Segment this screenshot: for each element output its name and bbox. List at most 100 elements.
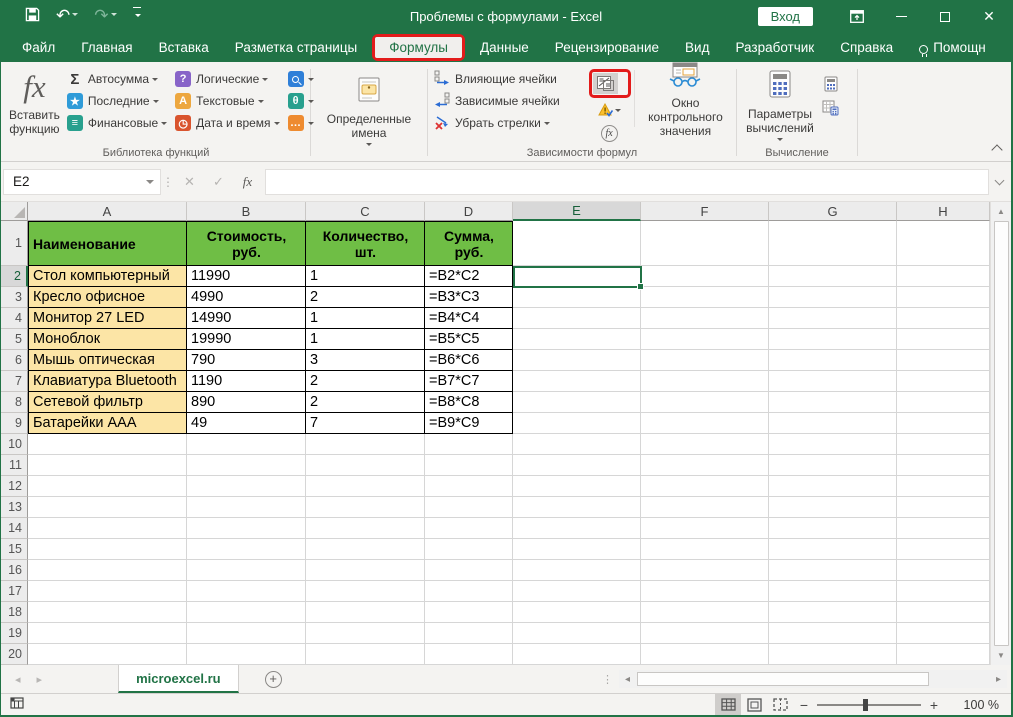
cell-D15[interactable] (425, 539, 513, 560)
tab-help[interactable]: Справка (827, 35, 906, 61)
cell-G4[interactable] (769, 308, 897, 329)
cell-H13[interactable] (897, 497, 990, 518)
logical-functions-button[interactable]: ? Логические (172, 68, 284, 90)
scroll-left-icon[interactable]: ◂ (619, 670, 636, 688)
datetime-functions-button[interactable]: ◷ Дата и время (172, 112, 284, 134)
cell-F12[interactable] (641, 476, 769, 497)
cell-F17[interactable] (641, 581, 769, 602)
cell-B5[interactable]: 19990 (187, 329, 306, 350)
trace-precedents-button[interactable]: Влияющие ячейки (431, 68, 587, 90)
cell-B18[interactable] (187, 602, 306, 623)
cell-H15[interactable] (897, 539, 990, 560)
cell-F15[interactable] (641, 539, 769, 560)
expand-formula-bar-button[interactable] (989, 180, 1009, 184)
cancel-button[interactable]: ✕ (175, 169, 204, 195)
cell-F2[interactable] (641, 266, 769, 287)
tab-formulas[interactable]: Формулы (375, 37, 462, 58)
cell-H4[interactable] (897, 308, 990, 329)
undo-button[interactable]: ↶ (56, 8, 78, 26)
cell-H7[interactable] (897, 371, 990, 392)
normal-view-button[interactable] (715, 694, 741, 715)
cell-F19[interactable] (641, 623, 769, 644)
cell-E4[interactable] (513, 308, 641, 329)
cell-G13[interactable] (769, 497, 897, 518)
cell-E15[interactable] (513, 539, 641, 560)
cell-B20[interactable] (187, 644, 306, 665)
prev-sheet-icon[interactable]: ◂ (15, 673, 21, 686)
cell-G6[interactable] (769, 350, 897, 371)
tab-developer[interactable]: Разработчик (722, 35, 827, 61)
cell-A3[interactable]: Кресло офисное (28, 287, 187, 308)
cell-A17[interactable] (28, 581, 187, 602)
enter-button[interactable]: ✓ (204, 169, 233, 195)
scroll-down-icon[interactable]: ▼ (992, 647, 1010, 664)
tab-data[interactable]: Данные (467, 35, 542, 61)
cell-B1[interactable]: Стоимость, руб. (187, 221, 306, 266)
cell-G10[interactable] (769, 434, 897, 455)
cell-D3[interactable]: =B3*C3 (425, 287, 513, 308)
cell-F16[interactable] (641, 560, 769, 581)
cell-B15[interactable] (187, 539, 306, 560)
cell-G1[interactable] (769, 221, 897, 266)
cell-D11[interactable] (425, 455, 513, 476)
tab-file[interactable]: Файл (9, 35, 68, 61)
tab-review[interactable]: Рецензирование (542, 35, 672, 61)
cell-D7[interactable]: =B7*C7 (425, 371, 513, 392)
cell-C1[interactable]: Количество, шт. (306, 221, 425, 266)
cell-F3[interactable] (641, 287, 769, 308)
cell-B10[interactable] (187, 434, 306, 455)
cell-H10[interactable] (897, 434, 990, 455)
select-all-button[interactable] (1, 202, 28, 221)
insert-function-button[interactable]: fx Вставить функцию (5, 66, 64, 145)
collapse-ribbon-button[interactable] (991, 144, 1002, 155)
zoom-slider-thumb[interactable] (863, 699, 868, 711)
cell-A13[interactable] (28, 497, 187, 518)
cell-B3[interactable]: 4990 (187, 287, 306, 308)
cell-H14[interactable] (897, 518, 990, 539)
cell-H9[interactable] (897, 413, 990, 434)
cell-H8[interactable] (897, 392, 990, 413)
cell-D16[interactable] (425, 560, 513, 581)
insert-function-fx-button[interactable]: fx (233, 169, 262, 195)
cell-C7[interactable]: 2 (306, 371, 425, 392)
cell-B11[interactable] (187, 455, 306, 476)
cell-G7[interactable] (769, 371, 897, 392)
cell-C20[interactable] (306, 644, 425, 665)
row-header-3[interactable]: 3 (1, 287, 28, 308)
cell-B8[interactable]: 890 (187, 392, 306, 413)
save-icon[interactable] (25, 7, 40, 27)
cell-F7[interactable] (641, 371, 769, 392)
cell-F10[interactable] (641, 434, 769, 455)
cell-A16[interactable] (28, 560, 187, 581)
cell-E8[interactable] (513, 392, 641, 413)
cell-B12[interactable] (187, 476, 306, 497)
cell-D14[interactable] (425, 518, 513, 539)
cell-C12[interactable] (306, 476, 425, 497)
login-button[interactable]: Вход (758, 7, 813, 26)
new-sheet-button[interactable]: + (265, 671, 282, 688)
cell-H1[interactable] (897, 221, 990, 266)
cell-A7[interactable]: Клавиатура Bluetooth (28, 371, 187, 392)
cell-E7[interactable] (513, 371, 641, 392)
row-header-8[interactable]: 8 (1, 392, 28, 413)
row-header-15[interactable]: 15 (1, 539, 28, 560)
cell-A10[interactable] (28, 434, 187, 455)
cell-B17[interactable] (187, 581, 306, 602)
cell-G12[interactable] (769, 476, 897, 497)
cell-C16[interactable] (306, 560, 425, 581)
cell-G18[interactable] (769, 602, 897, 623)
cell-E3[interactable] (513, 287, 641, 308)
cell-C3[interactable]: 2 (306, 287, 425, 308)
cell-E10[interactable] (513, 434, 641, 455)
chevron-down-icon[interactable] (146, 180, 154, 188)
cell-B13[interactable] (187, 497, 306, 518)
sheet-tab-active[interactable]: microexcel.ru (118, 665, 239, 693)
cell-H16[interactable] (897, 560, 990, 581)
cell-D12[interactable] (425, 476, 513, 497)
horizontal-scrollbar[interactable]: ◂ ▸ (619, 670, 1007, 688)
cell-C18[interactable] (306, 602, 425, 623)
row-header-16[interactable]: 16 (1, 560, 28, 581)
row-header-20[interactable]: 20 (1, 644, 28, 665)
financial-functions-button[interactable]: ≡ Финансовые (64, 112, 172, 134)
cell-D8[interactable]: =B8*C8 (425, 392, 513, 413)
